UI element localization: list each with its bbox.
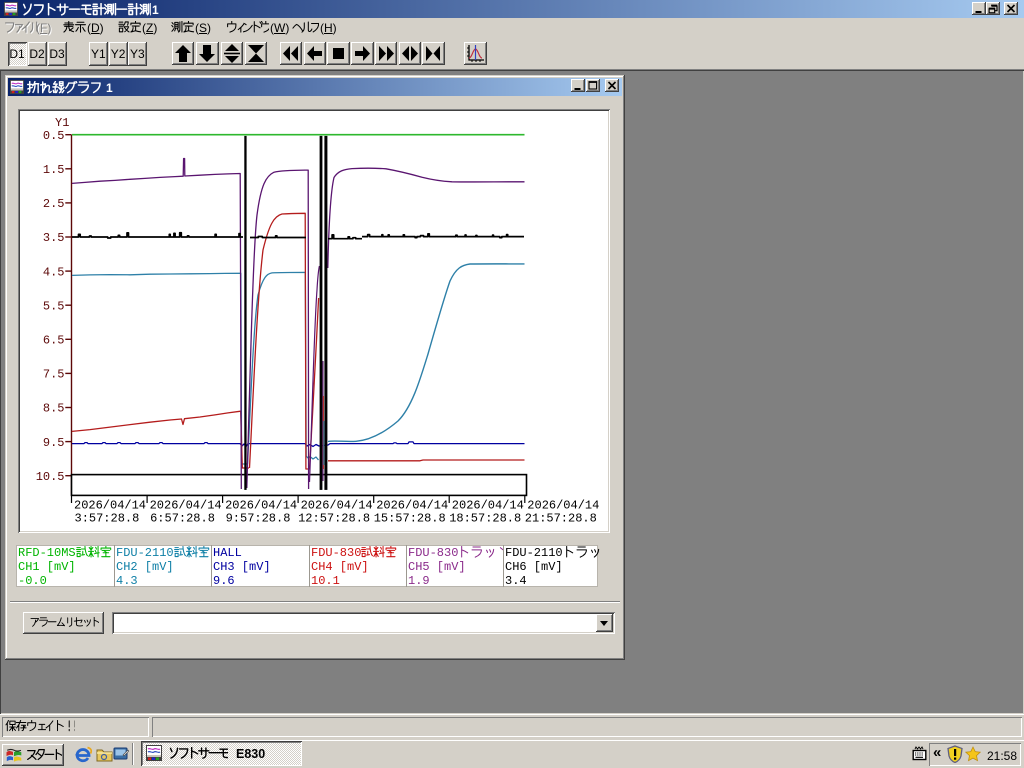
svg-text:0.5: 0.5	[43, 129, 65, 143]
svg-text:8.5: 8.5	[43, 402, 65, 416]
svg-text:2026/04/14: 2026/04/14	[225, 499, 297, 513]
svg-text:3.5: 3.5	[43, 231, 65, 245]
svg-text:2026/04/14: 2026/04/14	[527, 499, 599, 513]
svg-text:10.5: 10.5	[36, 470, 65, 484]
svg-text:2026/04/14: 2026/04/14	[74, 499, 146, 513]
svg-text:12:57:28.8: 12:57:28.8	[298, 512, 370, 526]
svg-text:2026/04/14: 2026/04/14	[376, 499, 448, 513]
svg-text:9.5: 9.5	[43, 436, 65, 450]
svg-text:2026/04/14: 2026/04/14	[452, 499, 524, 513]
svg-text:18:57:28.8: 18:57:28.8	[449, 512, 521, 526]
svg-text:6.5: 6.5	[43, 334, 65, 348]
svg-text:2.5: 2.5	[43, 197, 65, 211]
svg-text:Y1: Y1	[55, 116, 69, 130]
svg-text:6:57:28.8: 6:57:28.8	[150, 512, 215, 526]
svg-text:4.5: 4.5	[43, 265, 65, 279]
svg-text:5.5: 5.5	[43, 299, 65, 313]
svg-text:2026/04/14: 2026/04/14	[301, 499, 373, 513]
svg-text:7.5: 7.5	[43, 368, 65, 382]
svg-text:3:57:28.8: 3:57:28.8	[75, 512, 140, 526]
svg-text:15:57:28.8: 15:57:28.8	[374, 512, 446, 526]
svg-text:2026/04/14: 2026/04/14	[150, 499, 222, 513]
svg-text:1.5: 1.5	[43, 163, 65, 177]
svg-text:9:57:28.8: 9:57:28.8	[226, 512, 291, 526]
svg-text:21:57:28.8: 21:57:28.8	[525, 512, 597, 526]
